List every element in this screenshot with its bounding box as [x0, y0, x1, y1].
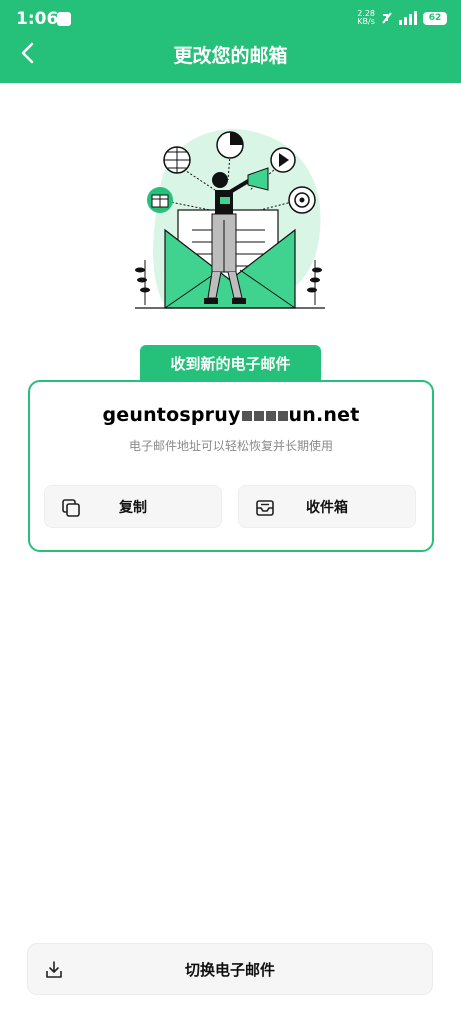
redacted-mask: [277, 410, 288, 421]
status-time: 1:06: [16, 9, 59, 29]
battery-icon: 62: [423, 11, 447, 25]
net-speed: 2.28 KB/s: [357, 9, 375, 26]
new-email-tag: 收到新的电子邮件: [140, 345, 321, 381]
copy-icon: [62, 499, 80, 517]
inbox-icon: [256, 500, 274, 516]
switch-email-button[interactable]: 切换电子邮件: [27, 943, 433, 995]
app-notification-icon: [57, 12, 71, 26]
switch-email-label: 切换电子邮件: [184, 960, 275, 979]
status-bar: 1:06 2.28 KB/s 62: [0, 0, 461, 36]
redacted-mask: [253, 410, 264, 421]
mute-icon: [382, 12, 392, 24]
status-indicators: 2.28 KB/s 62: [357, 10, 447, 26]
inbox-button[interactable]: 收件箱: [238, 485, 416, 528]
email-illustration: [135, 129, 325, 309]
email-hint: 电子邮件地址可以轻松恢复并长期使用: [128, 439, 333, 453]
email-card: geuntospruy un.net 电子邮件地址可以轻松恢复并长期使用 复制 收…: [28, 380, 434, 552]
redacted-mask: [241, 410, 252, 421]
download-icon: [46, 961, 62, 978]
email-address[interactable]: geuntospruy un.net: [30, 404, 432, 426]
redacted-mask: [265, 410, 276, 421]
app-header: 1:06 2.28 KB/s 62 更改您的邮箱: [0, 0, 461, 83]
copy-button[interactable]: 复制: [44, 485, 222, 528]
page-title: 更改您的邮箱: [173, 45, 288, 67]
signal-icon: [399, 11, 417, 25]
